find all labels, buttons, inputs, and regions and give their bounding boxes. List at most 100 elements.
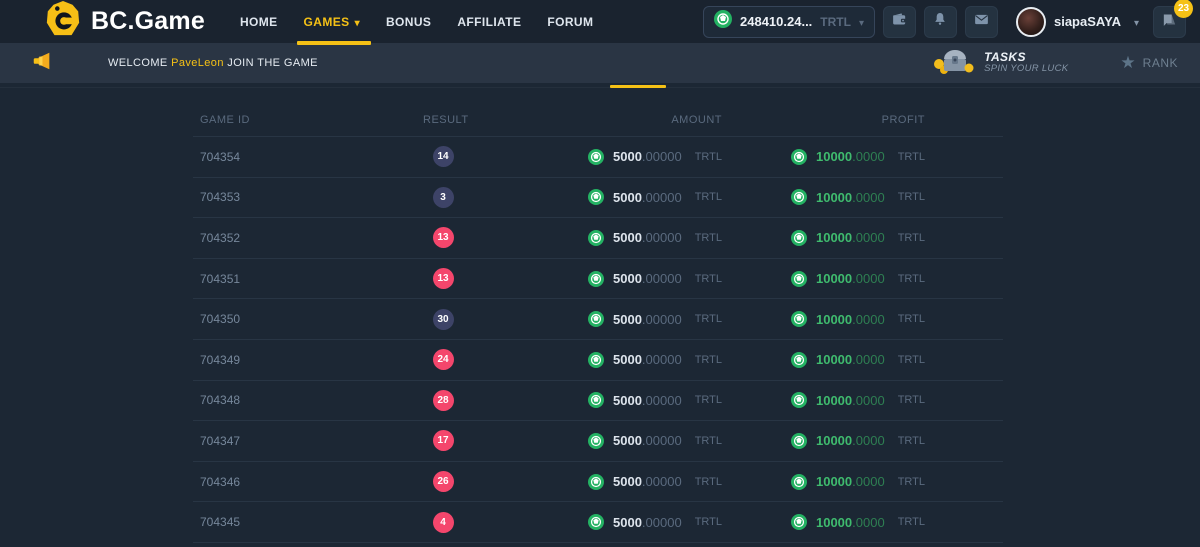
column-header-amount: AMOUNT: [463, 114, 722, 126]
game-id: 704353: [193, 190, 423, 204]
rank-widget[interactable]: RANK: [1120, 54, 1178, 73]
profit-decimals: .0000: [852, 393, 885, 408]
amount-currency: TRTL: [695, 313, 722, 325]
profit-integer: 10000: [816, 230, 852, 245]
bets-table: GAME ID RESULT AMOUNT PROFIT 704354 14 5…: [193, 103, 1003, 543]
trtl-coin-icon: [714, 10, 732, 33]
amount-cell: 5000 .00000 TRTL: [463, 474, 722, 490]
bets-table-header: GAME ID RESULT AMOUNT PROFIT: [193, 103, 1003, 137]
amount-cell: 5000 .00000 TRTL: [463, 230, 722, 246]
profit-integer: 10000: [816, 312, 852, 327]
game-id: 704349: [193, 353, 423, 367]
column-header-profit: PROFIT: [722, 114, 925, 126]
amount-integer: 5000: [613, 474, 642, 489]
profit-decimals: .0000: [852, 515, 885, 530]
table-row[interactable]: 704349 24 5000 .00000 TRTL 10000 .0000 T…: [193, 340, 1003, 381]
nav-home[interactable]: HOME: [227, 0, 291, 43]
balance-amount: 248410.24...: [740, 14, 812, 29]
wallet-button[interactable]: [883, 6, 916, 38]
table-row[interactable]: 704346 26 5000 .00000 TRTL 10000 .0000 T…: [193, 462, 1003, 503]
notifications-button[interactable]: [924, 6, 957, 38]
treasure-chest-icon: [932, 46, 974, 81]
nav-games[interactable]: GAMES: [291, 0, 373, 43]
table-row[interactable]: 704348 28 5000 .00000 TRTL 10000 .0000 T…: [193, 381, 1003, 422]
profit-integer: 10000: [816, 149, 852, 164]
profit-cell: 10000 .0000 TRTL: [722, 271, 925, 287]
profit-currency: TRTL: [898, 394, 925, 406]
game-id: 704350: [193, 312, 423, 326]
chevron-down-icon: [355, 15, 360, 29]
trtl-coin-icon: [588, 474, 604, 490]
result-badge: 17: [433, 430, 454, 451]
profit-cell: 10000 .0000 TRTL: [722, 474, 925, 490]
profit-cell: 10000 .0000 TRTL: [722, 514, 925, 530]
profit-cell: 10000 .0000 TRTL: [722, 352, 925, 368]
trtl-coin-icon: [791, 230, 807, 246]
trtl-coin-icon: [791, 392, 807, 408]
profit-decimals: .0000: [852, 230, 885, 245]
amount-cell: 5000 .00000 TRTL: [463, 189, 722, 205]
profit-currency: TRTL: [898, 313, 925, 325]
trtl-coin-icon: [791, 433, 807, 449]
result-badge: 14: [433, 146, 454, 167]
profit-decimals: .0000: [852, 312, 885, 327]
trtl-coin-icon: [588, 352, 604, 368]
table-row[interactable]: 704353 3 5000 .00000 TRTL 10000 .0000 TR…: [193, 178, 1003, 219]
bell-icon: [932, 11, 948, 32]
balance-selector[interactable]: 248410.24... TRTL: [703, 6, 875, 38]
amount-integer: 5000: [613, 190, 642, 205]
star-icon: [1120, 54, 1135, 73]
tasks-title: TASKS: [984, 51, 1068, 65]
profit-cell: 10000 .0000 TRTL: [722, 149, 925, 165]
table-row[interactable]: 704354 14 5000 .00000 TRTL 10000 .0000 T…: [193, 137, 1003, 178]
tasks-subtitle: SPIN YOUR LUCK: [984, 64, 1068, 75]
amount-decimals: .00000: [642, 190, 682, 205]
trtl-coin-icon: [588, 230, 604, 246]
main-nav: HOME GAMES BONUS AFFILIATE FORUM: [227, 0, 606, 43]
amount-integer: 5000: [613, 271, 642, 286]
amount-integer: 5000: [613, 352, 642, 367]
profit-decimals: .0000: [852, 271, 885, 286]
envelope-icon: [973, 11, 990, 33]
messages-button[interactable]: [965, 6, 998, 38]
trtl-coin-icon: [588, 514, 604, 530]
amount-currency: TRTL: [695, 394, 722, 406]
amount-decimals: .00000: [642, 474, 682, 489]
brand-logo[interactable]: BC.Game: [44, 0, 205, 43]
table-row[interactable]: 704350 30 5000 .00000 TRTL 10000 .0000 T…: [193, 299, 1003, 340]
amount-currency: TRTL: [695, 273, 722, 285]
column-header-game-id: GAME ID: [193, 114, 423, 126]
top-header: BC.Game HOME GAMES BONUS AFFILIATE FORUM…: [0, 0, 1200, 43]
profit-cell: 10000 .0000 TRTL: [722, 433, 925, 449]
table-row[interactable]: 704351 13 5000 .00000 TRTL 10000 .0000 T…: [193, 259, 1003, 300]
result-badge: 13: [433, 227, 454, 248]
amount-cell: 5000 .00000 TRTL: [463, 514, 722, 530]
profit-decimals: .0000: [852, 474, 885, 489]
table-row[interactable]: 704345 4 5000 .00000 TRTL 10000 .0000 TR…: [193, 502, 1003, 543]
amount-integer: 5000: [613, 149, 642, 164]
profit-currency: TRTL: [898, 354, 925, 366]
result-badge: 26: [433, 471, 454, 492]
profit-decimals: .0000: [852, 149, 885, 164]
amount-currency: TRTL: [695, 151, 722, 163]
amount-decimals: .00000: [642, 393, 682, 408]
table-row[interactable]: 704347 17 5000 .00000 TRTL 10000 .0000 T…: [193, 421, 1003, 462]
user-menu[interactable]: siapaSAYA: [1016, 7, 1139, 37]
nav-forum[interactable]: FORUM: [534, 0, 606, 43]
nav-affiliate[interactable]: AFFILIATE: [444, 0, 534, 43]
amount-currency: TRTL: [695, 232, 722, 244]
game-id: 704348: [193, 393, 423, 407]
chat-button[interactable]: 23: [1153, 6, 1186, 38]
trtl-coin-icon: [791, 149, 807, 165]
tasks-widget[interactable]: TASKS SPIN YOUR LUCK: [932, 46, 1068, 81]
announcement-bar: WELCOME PaveLeon JOIN THE GAME TASKS SPI…: [0, 43, 1200, 83]
game-id: 704354: [193, 150, 423, 164]
profit-currency: TRTL: [898, 516, 925, 528]
profit-currency: TRTL: [898, 435, 925, 447]
amount-cell: 5000 .00000 TRTL: [463, 271, 722, 287]
nav-bonus[interactable]: BONUS: [373, 0, 444, 43]
game-id: 704352: [193, 231, 423, 245]
amount-currency: TRTL: [695, 191, 722, 203]
table-row[interactable]: 704352 13 5000 .00000 TRTL 10000 .0000 T…: [193, 218, 1003, 259]
main-content: GAME ID RESULT AMOUNT PROFIT 704354 14 5…: [0, 103, 1200, 543]
